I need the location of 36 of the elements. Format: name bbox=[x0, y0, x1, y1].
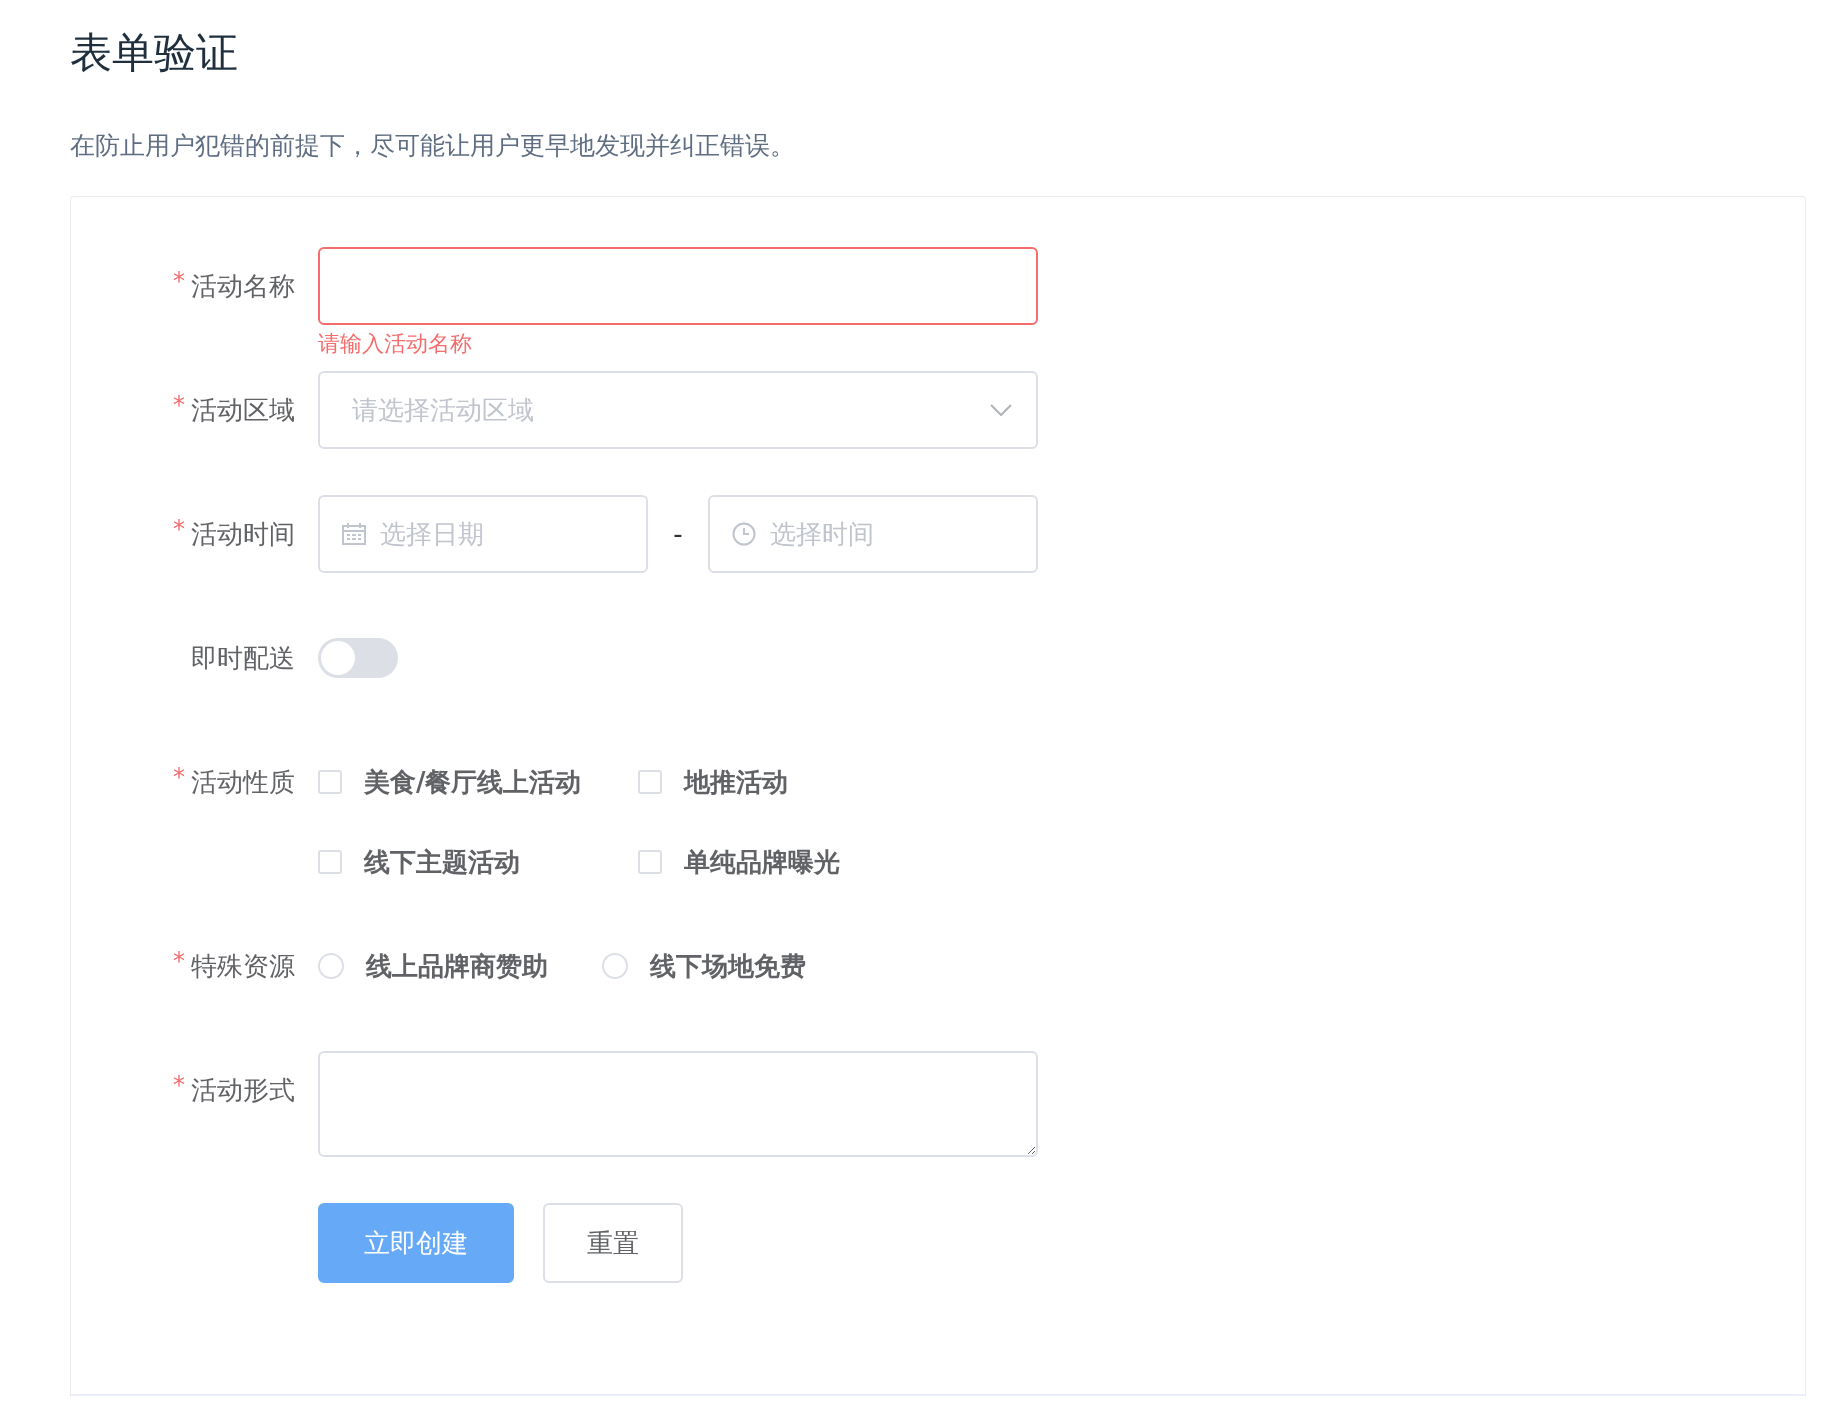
field-label: 活动性质 bbox=[191, 765, 295, 799]
page-title: 表单验证 bbox=[70, 27, 238, 79]
toggle-switch[interactable] bbox=[318, 638, 398, 678]
radio-label[interactable]: 线上品牌商赞助 bbox=[366, 948, 548, 984]
field-label: 活动时间 bbox=[191, 517, 295, 551]
checkbox[interactable] bbox=[638, 770, 662, 794]
field-label: 活动形式 bbox=[191, 1073, 295, 1107]
required-mark: * bbox=[173, 763, 185, 791]
radio-label[interactable]: 线下场地免费 bbox=[650, 948, 806, 984]
checkbox-label[interactable]: 地推活动 bbox=[684, 764, 788, 800]
checkbox-label[interactable]: 线下主题活动 bbox=[364, 844, 520, 880]
field-label: 即时配送 bbox=[191, 641, 295, 675]
input-field[interactable] bbox=[318, 247, 1038, 325]
required-mark: * bbox=[173, 267, 185, 295]
page-description: 在防止用户犯错的前提下，尽可能让用户更早地发现并纠正错误。 bbox=[70, 130, 795, 162]
range-separator: - bbox=[672, 519, 684, 549]
checkbox-label[interactable]: 单纯品牌曝光 bbox=[684, 844, 840, 880]
clock-icon bbox=[732, 522, 756, 546]
required-mark: * bbox=[173, 391, 185, 419]
checkbox[interactable] bbox=[318, 770, 342, 794]
chevron-down-icon bbox=[990, 404, 1012, 416]
checkbox[interactable] bbox=[638, 850, 662, 874]
required-mark: * bbox=[173, 947, 185, 975]
calendar-icon bbox=[342, 523, 366, 545]
radio-button[interactable] bbox=[602, 953, 628, 979]
field-label: 特殊资源 bbox=[191, 949, 295, 983]
error-message: 请输入活动名称 bbox=[318, 330, 472, 358]
radio-button[interactable] bbox=[318, 953, 344, 979]
required-mark: * bbox=[173, 515, 185, 543]
checkbox-label[interactable]: 美食/餐厅线上活动 bbox=[364, 764, 582, 800]
required-mark: * bbox=[173, 1071, 185, 1099]
field-label: 活动区域 bbox=[191, 393, 295, 427]
text-area[interactable] bbox=[318, 1051, 1038, 1157]
field-label: 活动名称 bbox=[191, 269, 295, 303]
checkbox[interactable] bbox=[318, 850, 342, 874]
reset-button[interactable]: 重置 bbox=[543, 1203, 683, 1283]
